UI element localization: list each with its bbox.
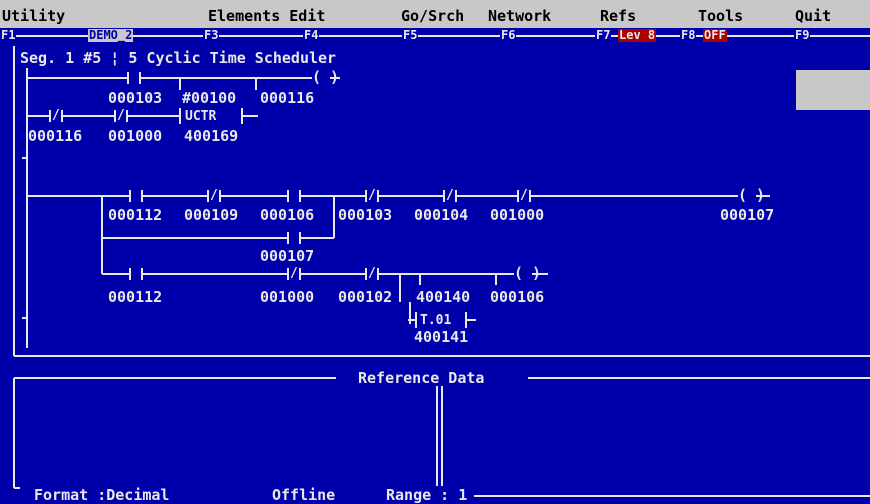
rung1-addr-b[interactable]: #00100	[182, 90, 236, 107]
rung3-addr-b[interactable]: 000109	[184, 207, 238, 224]
coil-symbol: ( )	[738, 186, 766, 204]
f1-key[interactable]: F1	[0, 29, 17, 42]
program-name-demo[interactable]: DEMO_2	[88, 29, 134, 42]
rung3-addr-f[interactable]: 001000	[490, 207, 544, 224]
ladder-graphics	[0, 35, 870, 497]
rung2-addr-b[interactable]: 001000	[108, 128, 162, 145]
reference-data-title: Reference Data	[358, 369, 485, 387]
f8-key[interactable]: F8	[680, 29, 697, 42]
rung1-addr-a[interactable]: 000103	[108, 90, 162, 107]
coil-symbol: ( )	[514, 264, 542, 282]
rung3-coil-addr[interactable]: 000107	[720, 207, 774, 224]
branch2-addr-e[interactable]: 000106	[490, 289, 544, 306]
uctr-block-label[interactable]: UCTR	[185, 108, 216, 125]
off-indicator[interactable]: OFF	[703, 29, 727, 42]
coil-symbol: ( )	[312, 68, 340, 86]
f5-key[interactable]: F5	[402, 29, 419, 42]
branch2-addr-c[interactable]: 000102	[338, 289, 392, 306]
nc-contact-symbol: /	[117, 108, 125, 123]
nc-contact-symbol: /	[368, 266, 376, 281]
timer-addr[interactable]: 400141	[414, 329, 468, 346]
range-status[interactable]: Range : 1	[386, 487, 467, 504]
branch2-addr-d[interactable]: 400140	[416, 289, 470, 306]
f3-key[interactable]: F3	[203, 29, 220, 42]
rung2-addr-c[interactable]: 400169	[184, 128, 238, 145]
f4-key[interactable]: F4	[303, 29, 320, 42]
scroll-block[interactable]	[796, 70, 870, 110]
rung3-addr-a[interactable]: 000112	[108, 207, 162, 224]
nc-contact-symbol: /	[520, 188, 528, 203]
level-indicator[interactable]: Lev 8	[618, 29, 657, 42]
rung3-addr-e[interactable]: 000104	[414, 207, 468, 224]
nc-contact-symbol: /	[368, 188, 376, 203]
rung1-addr-c[interactable]: 000116	[260, 90, 314, 107]
branch1-addr[interactable]: 000107	[260, 248, 314, 265]
nc-contact-symbol: /	[52, 108, 60, 123]
f7-key[interactable]: F7	[595, 29, 612, 42]
f9-key[interactable]: F9	[794, 29, 811, 42]
segment-title: Seg. 1 #5 ¦ 5 Cyclic Time Scheduler	[20, 49, 337, 67]
rung2-addr-a[interactable]: 000116	[28, 128, 82, 145]
branch2-addr-a[interactable]: 000112	[108, 289, 162, 306]
nc-contact-symbol: /	[446, 188, 454, 203]
timer-block-label[interactable]: T.01	[420, 312, 451, 329]
nc-contact-symbol: /	[210, 188, 218, 203]
online-status: Offline	[272, 486, 336, 504]
f6-key[interactable]: F6	[500, 29, 517, 42]
rung3-addr-d[interactable]: 000103	[338, 207, 392, 224]
branch2-addr-b[interactable]: 001000	[260, 289, 314, 306]
format-status[interactable]: Format :Decimal	[34, 487, 169, 504]
nc-contact-symbol: /	[290, 266, 298, 281]
rung3-addr-c[interactable]: 000106	[260, 207, 314, 224]
